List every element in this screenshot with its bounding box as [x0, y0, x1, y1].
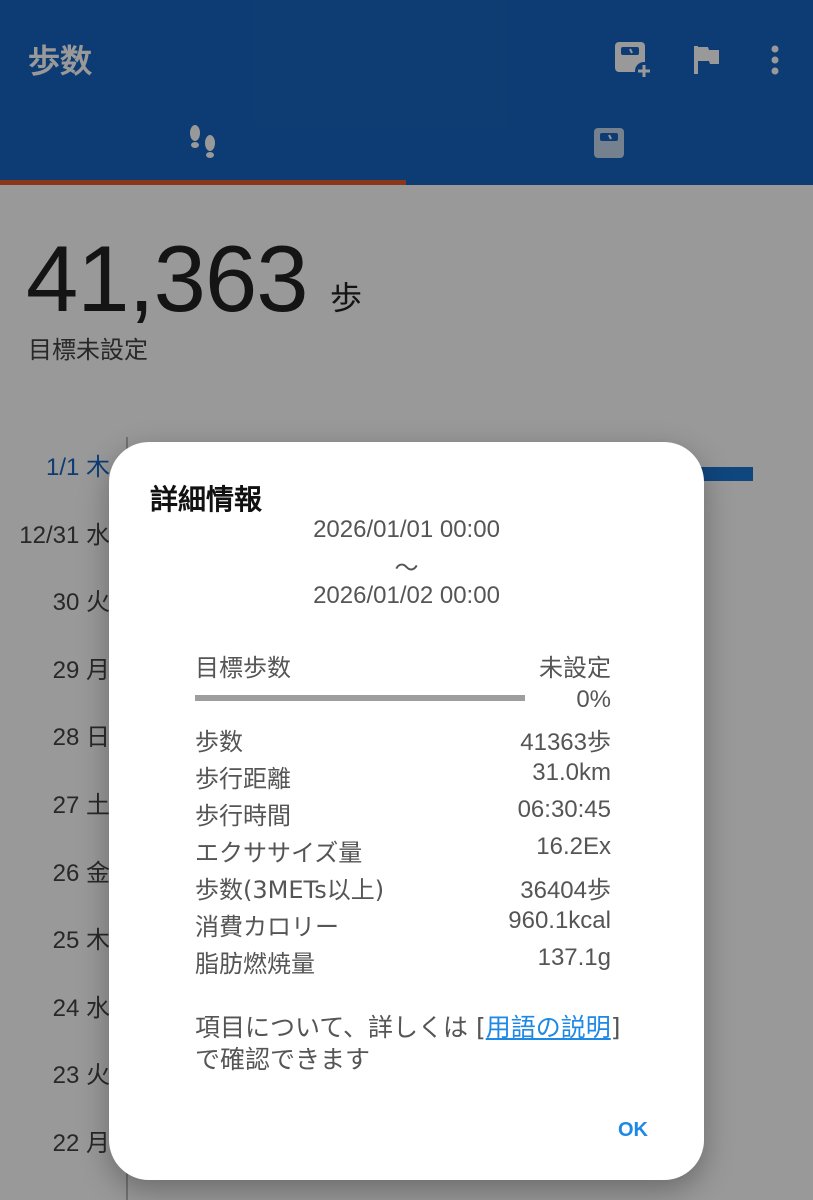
range-end: 2026/01/02 00:00 — [313, 582, 500, 609]
metric-row: 消費カロリー 960.1kcal — [195, 907, 611, 941]
metric-value: 41363歩 — [520, 729, 611, 756]
metric-label: 歩数(3METs以上) — [195, 876, 385, 904]
metric-label: 脂肪燃焼量 — [195, 950, 315, 978]
metric-value: 137.1g — [537, 944, 611, 971]
goal-label: 目標歩数 — [195, 654, 291, 682]
goal-progress-percent: 0% — [576, 686, 611, 713]
metric-label: エクササイズ量 — [195, 839, 363, 867]
metric-label: 歩行距離 — [195, 765, 291, 793]
metric-row: エクササイズ量 16.2Ex — [195, 833, 611, 867]
ok-button[interactable]: OK — [618, 1119, 648, 1142]
metric-label: 消費カロリー — [195, 913, 339, 941]
metric-row: 歩数 41363歩 — [195, 722, 611, 756]
metric-value: 36404歩 — [520, 877, 611, 904]
metric-value: 31.0km — [532, 759, 611, 786]
range-separator: 〜 — [394, 555, 419, 582]
metric-row: 歩行時間 06:30:45 — [195, 796, 611, 830]
metric-value: 06:30:45 — [517, 796, 611, 823]
metric-value: 16.2Ex — [536, 833, 611, 860]
metric-label: 歩行時間 — [195, 802, 291, 830]
metric-value: 960.1kcal — [508, 907, 611, 934]
goal-row: 目標歩数 未設定 — [195, 648, 611, 682]
app-screen: 歩数 41,363 歩 目標未設定 1/1 木 12/31 水 30 火 29 … — [0, 0, 813, 1200]
goal-value: 未設定 — [539, 655, 611, 682]
terms-note: 項目について、詳しくは [用語の説明] で確認できます — [195, 1012, 635, 1076]
metric-label: 歩数 — [195, 728, 243, 756]
metric-row: 歩数(3METs以上) 36404歩 — [195, 870, 611, 904]
dialog-title: 詳細情報 — [150, 483, 263, 516]
metric-row: 歩行距離 31.0km — [195, 759, 611, 793]
detail-dialog: 詳細情報 2026/01/01 00:00 〜 2026/01/02 00:00… — [109, 442, 704, 1180]
range-start: 2026/01/01 00:00 — [313, 516, 500, 543]
glossary-link[interactable]: 用語の説明 — [486, 1013, 611, 1042]
note-prefix: 項目について、詳しくは [ — [195, 1013, 486, 1042]
metric-row: 脂肪燃焼量 137.1g — [195, 944, 611, 978]
